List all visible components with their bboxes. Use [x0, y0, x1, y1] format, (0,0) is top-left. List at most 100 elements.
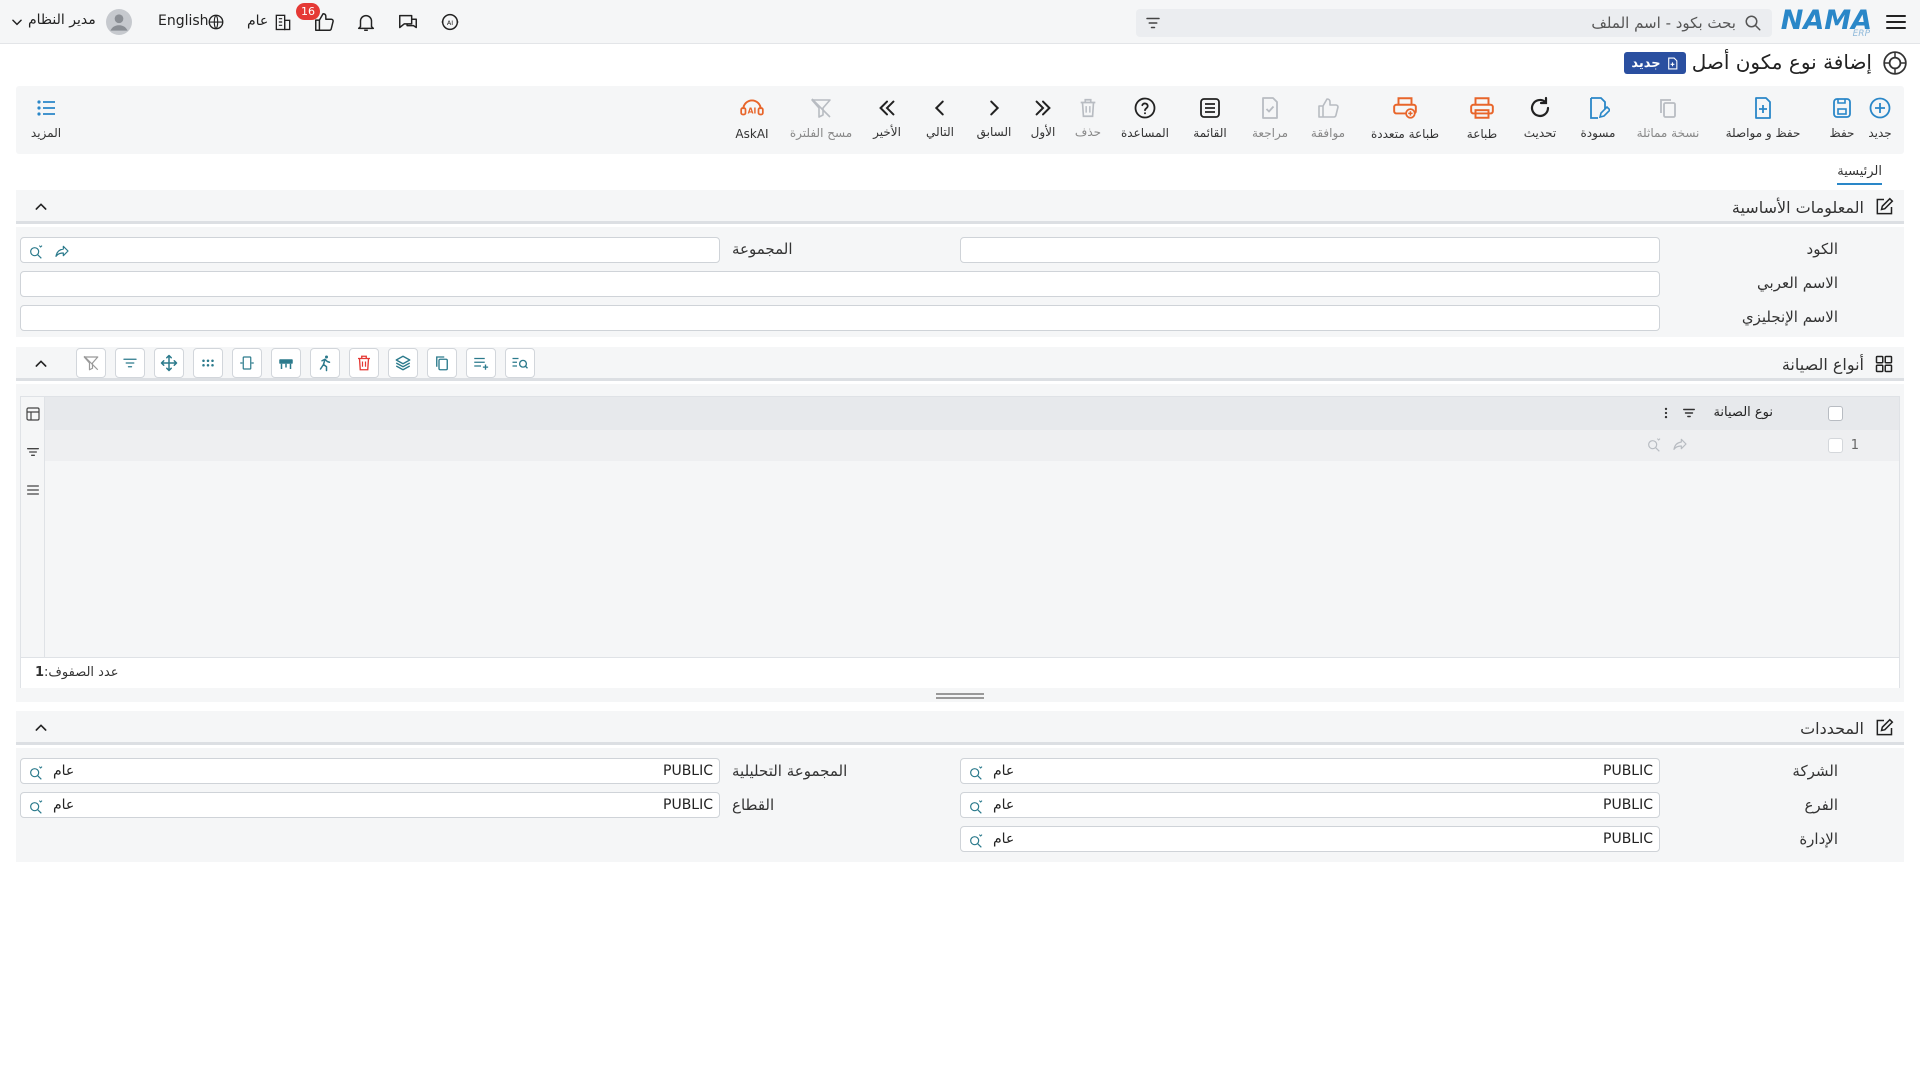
print-button[interactable]: طباعة — [1460, 94, 1504, 148]
file-check-icon — [1248, 94, 1292, 122]
grid-add-row-button[interactable] — [466, 348, 496, 378]
chevron-right-icon — [972, 94, 1016, 122]
first-button[interactable]: الأول — [1026, 94, 1060, 148]
trash-icon — [355, 354, 373, 372]
grid-delete-button[interactable] — [349, 348, 379, 378]
app-logo[interactable]: NAMA ERP — [1781, 5, 1872, 39]
logo-sub: ERP — [1852, 29, 1870, 39]
columns-menu-icon[interactable] — [24, 481, 42, 499]
clear-filter-button[interactable]: مسح الفلترة — [788, 94, 854, 148]
askai-button[interactable]: AI AskAI — [730, 94, 774, 148]
grid-table-button[interactable] — [271, 348, 301, 378]
double-chevron-left-icon — [866, 94, 908, 122]
branch-input[interactable]: PUBLIC عام — [960, 792, 1660, 818]
avatar[interactable] — [106, 9, 132, 35]
grid-layers-button[interactable] — [388, 348, 418, 378]
grid-clear-filter-button[interactable] — [76, 348, 106, 378]
basic-info-title: المعلومات الأساسية — [1731, 198, 1864, 217]
grid-copy-button[interactable] — [427, 348, 457, 378]
language-switch[interactable]: English — [158, 13, 209, 37]
tab-main[interactable]: الرئيسية — [1837, 164, 1882, 185]
select-all-checkbox[interactable] — [1828, 406, 1843, 421]
sector-input[interactable]: PUBLIC عام — [20, 792, 720, 818]
filter-icon[interactable] — [24, 443, 42, 461]
globe-icon[interactable] — [206, 10, 226, 34]
row-checkbox[interactable] — [1828, 438, 1843, 453]
user-name[interactable]: مدير النظام — [28, 12, 96, 28]
top-bar: NAMA ERP بحث بكود - اسم الملف مدير النظا… — [0, 0, 1920, 44]
table-settings-icon[interactable] — [24, 405, 42, 423]
section-resize-handle[interactable] — [936, 693, 984, 699]
help-button[interactable]: المساعدة — [1116, 94, 1174, 148]
tab-bar: الرئيسية — [0, 158, 1920, 188]
arabic-name-input[interactable] — [20, 271, 1660, 297]
edit-icon — [1874, 718, 1894, 738]
multi-print-button[interactable]: طباعة متعددة — [1364, 94, 1446, 148]
list-icon — [1188, 94, 1232, 122]
column-filter-icon[interactable] — [1681, 405, 1697, 421]
delete-button[interactable]: حذف — [1070, 94, 1106, 148]
search-input[interactable]: بحث بكود - اسم الملف — [1591, 14, 1736, 32]
grid-move-button[interactable] — [154, 348, 184, 378]
search-icon — [1744, 14, 1762, 32]
new-button[interactable]: جديد — [1860, 94, 1900, 148]
column-header-maintenance-type[interactable]: نوع الصيانة — [1713, 405, 1773, 420]
draft-button[interactable]: مسودة — [1576, 94, 1620, 148]
column-menu-icon[interactable] — [1661, 405, 1671, 421]
next-button[interactable]: التالي — [918, 94, 962, 148]
search-lookup-icon[interactable] — [27, 763, 45, 781]
menu-icon[interactable] — [1884, 10, 1908, 34]
refresh-button[interactable]: تحديث — [1518, 94, 1562, 148]
save-continue-button[interactable]: حفظ و مواصلة — [1718, 94, 1808, 148]
filter-icon[interactable] — [1144, 14, 1162, 32]
code-input[interactable] — [960, 237, 1660, 263]
chevron-up-icon[interactable] — [32, 355, 50, 373]
search-lookup-icon[interactable] — [1645, 435, 1663, 453]
company-input[interactable]: PUBLIC عام — [960, 758, 1660, 784]
layers-icon — [394, 354, 412, 372]
more-button[interactable]: المزيد — [26, 94, 66, 148]
grid-search-button[interactable] — [505, 348, 535, 378]
search-lookup-icon[interactable] — [967, 763, 985, 781]
analytic-group-input[interactable]: PUBLIC عام — [20, 758, 720, 784]
department-input[interactable]: PUBLIC عام — [960, 826, 1660, 852]
new-file-icon — [1666, 57, 1679, 70]
table-row[interactable]: 1 — [45, 430, 1899, 461]
chevron-up-icon[interactable] — [32, 719, 50, 737]
grid-filter-button[interactable] — [115, 348, 145, 378]
list-button[interactable]: القائمة — [1188, 94, 1232, 148]
group-input[interactable] — [20, 237, 720, 263]
ai-assistant-icon[interactable]: AI — [438, 10, 462, 34]
duplicate-button[interactable]: نسخة مماثلة — [1630, 94, 1706, 148]
search-lookup-icon[interactable] — [27, 797, 45, 815]
share-icon[interactable] — [1671, 435, 1689, 453]
grid-run-button[interactable] — [310, 348, 340, 378]
global-search[interactable]: بحث بكود - اسم الملف — [1136, 9, 1772, 37]
branch-label: الفرع — [1804, 796, 1838, 814]
previous-button[interactable]: السابق — [972, 94, 1016, 148]
bell-icon[interactable] — [354, 10, 378, 34]
chevron-up-icon[interactable] — [32, 198, 50, 216]
chevron-down-icon[interactable] — [8, 10, 26, 34]
share-icon[interactable] — [53, 242, 71, 260]
search-lookup-icon[interactable] — [27, 242, 45, 260]
building-icon[interactable] — [272, 10, 294, 34]
approve-button[interactable]: موافقة — [1306, 94, 1350, 148]
save-button[interactable]: حفظ — [1824, 94, 1860, 148]
search-lookup-icon[interactable] — [967, 831, 985, 849]
move-icon — [160, 354, 178, 372]
english-name-input[interactable] — [20, 305, 1660, 331]
chat-icon[interactable] — [396, 10, 420, 34]
grid-dots-button[interactable] — [193, 348, 223, 378]
asset-component-icon — [1882, 50, 1908, 76]
grid-footer: عدد الصفوف:1 — [21, 657, 1899, 688]
search-lookup-icon[interactable] — [967, 797, 985, 815]
scope-label[interactable]: عام — [247, 13, 268, 37]
review-button[interactable]: مراجعة — [1248, 94, 1292, 148]
last-button[interactable]: الأخير — [866, 94, 908, 148]
plus-circle-icon — [1860, 94, 1900, 122]
grid-fit-button[interactable] — [232, 348, 262, 378]
analytic-group-label: المجموعة التحليلية — [732, 762, 848, 780]
table-icon — [277, 354, 295, 372]
dimensions-form: الشركة PUBLIC عام المجموعة التحليلية PUB… — [16, 748, 1904, 862]
